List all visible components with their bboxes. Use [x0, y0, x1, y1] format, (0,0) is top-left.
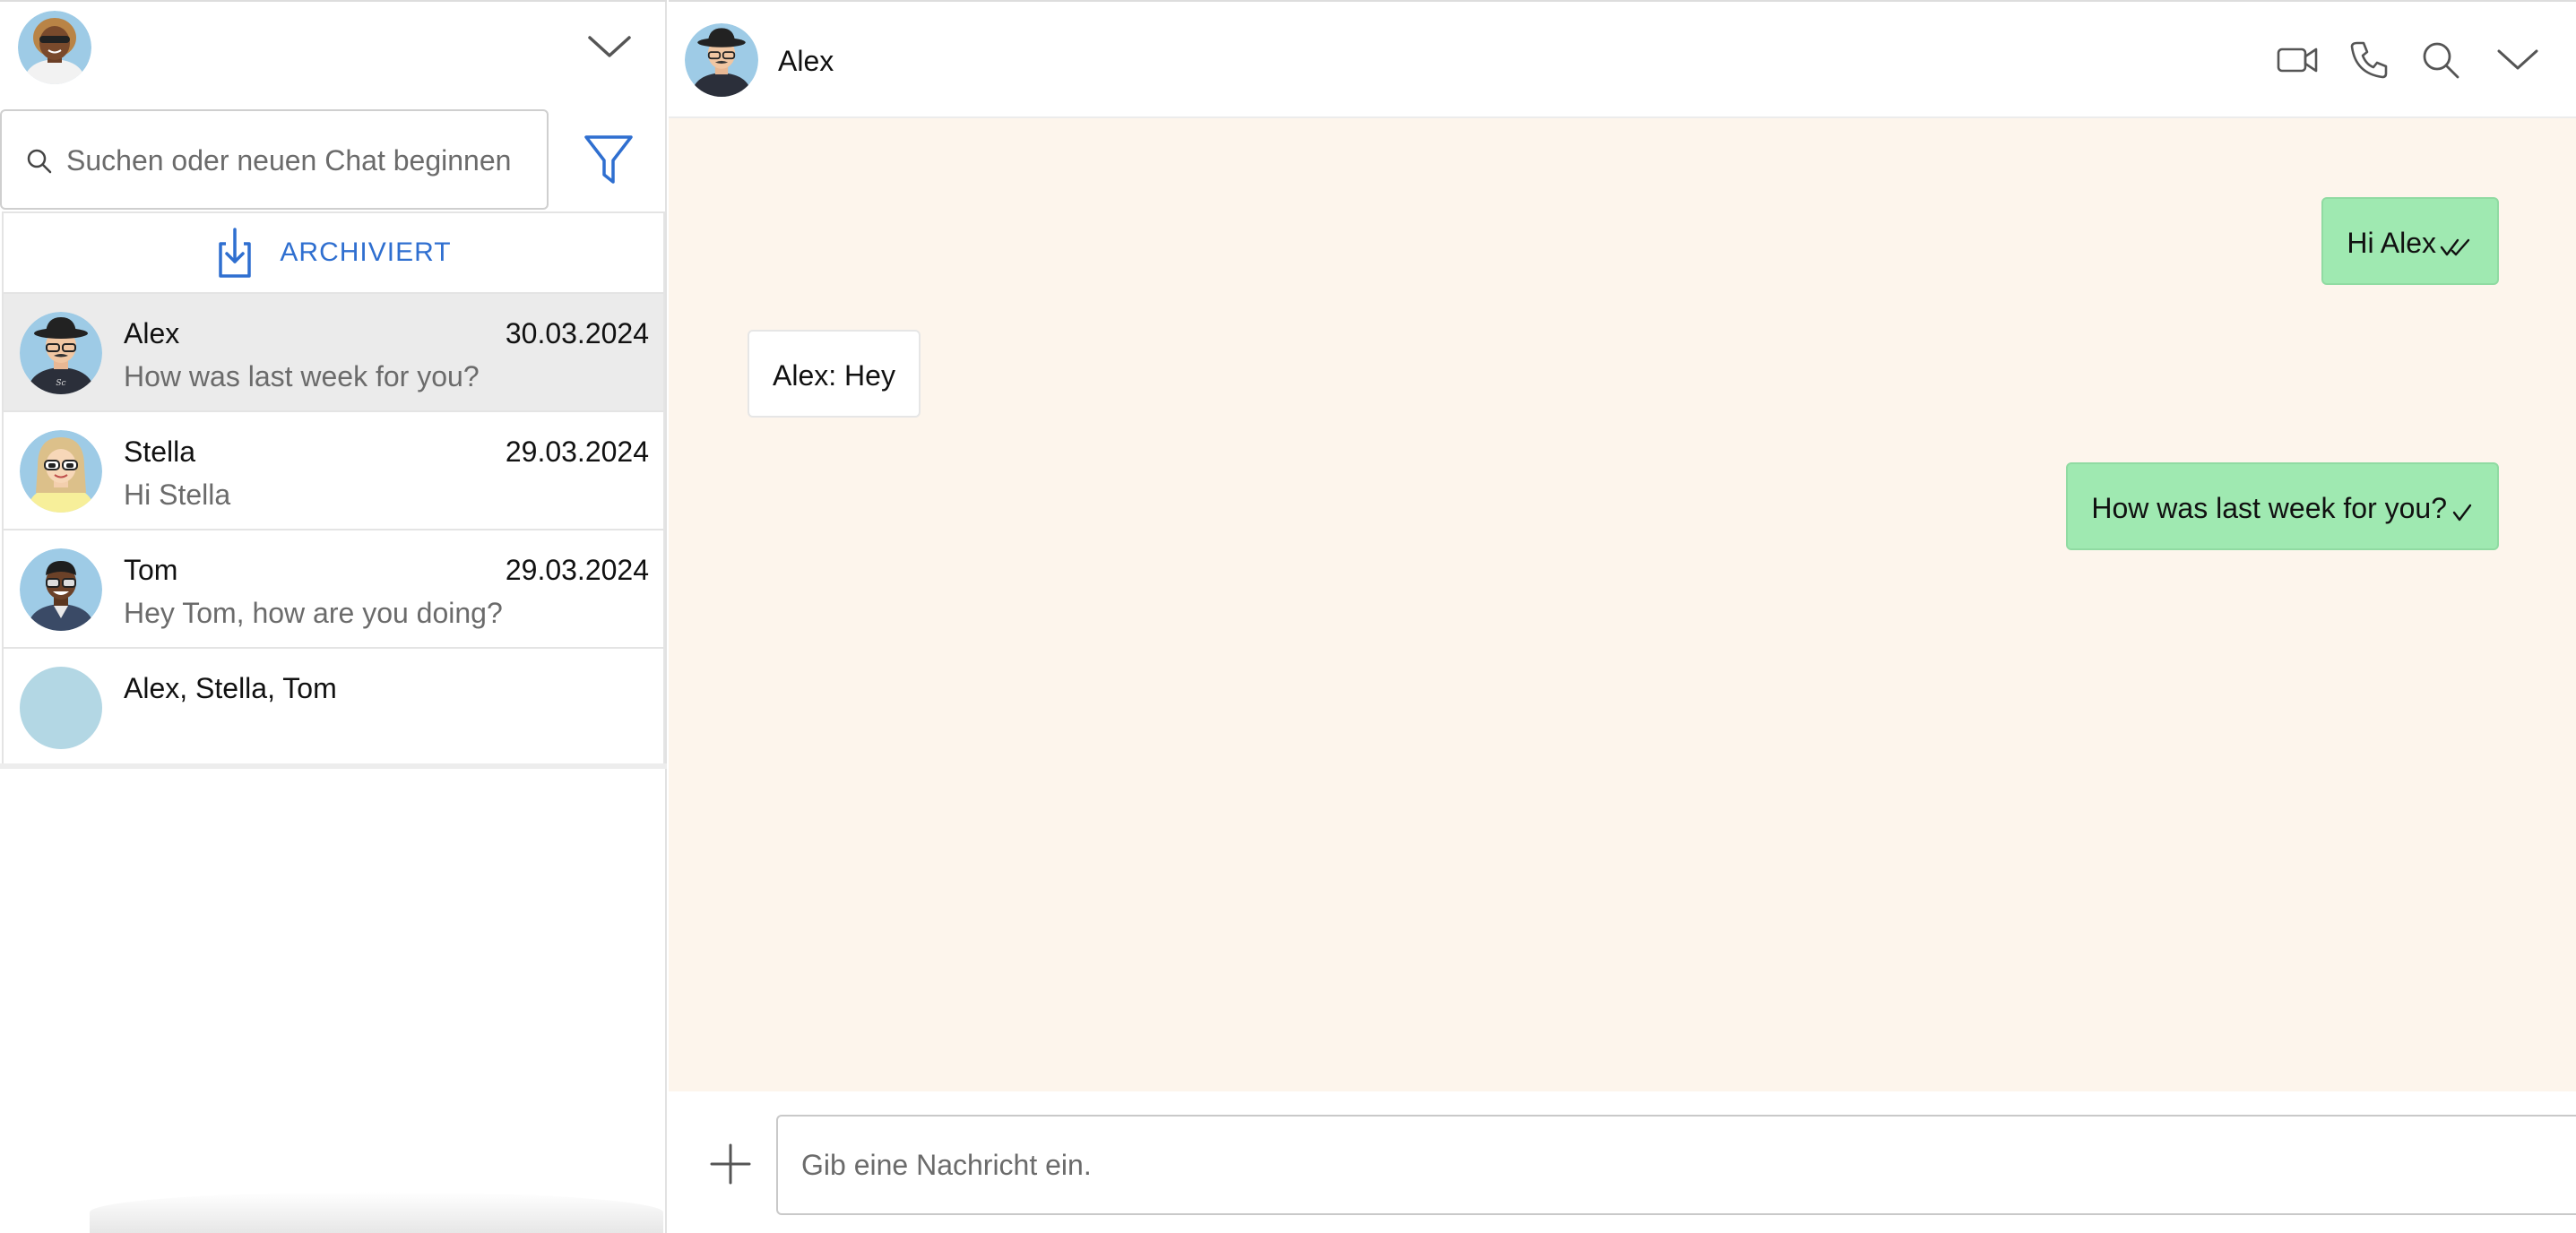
sidebar-bottom-shade: [90, 1192, 663, 1233]
chat-preview: How was last week for you?: [124, 360, 480, 392]
message-bubble-outgoing[interactable]: How was last week for you?: [2066, 462, 2499, 550]
chat-list: Sc Alex 30.03.2024 How was last week for…: [2, 294, 665, 767]
search-icon[interactable]: [2418, 38, 2463, 82]
own-avatar[interactable]: [18, 11, 91, 84]
chat-name: Stella: [124, 435, 196, 468]
archive-download-icon: [219, 228, 252, 278]
chat-list-item-alex[interactable]: Sc Alex 30.03.2024 How was last week for…: [2, 294, 665, 412]
plus-icon[interactable]: [708, 1142, 753, 1186]
chat-list-item-tom[interactable]: Tom 29.03.2024 Hey Tom, how are you doin…: [2, 530, 665, 649]
message-composer: [669, 1091, 2576, 1233]
chat-list-item-stella[interactable]: Stella 29.03.2024 Hi Stella: [2, 412, 665, 530]
message-input[interactable]: [776, 1115, 2576, 1215]
message-bubble-incoming[interactable]: Alex: Hey: [748, 330, 921, 418]
message-text: Alex: Hey: [773, 359, 895, 392]
conversation-header: Alex: [669, 0, 2576, 118]
contact-avatar[interactable]: [685, 23, 758, 97]
search-box: [0, 109, 549, 210]
chat-sidebar: ARCHIVIERT Sc Alex 30.03.2024: [0, 0, 667, 1233]
chevron-down-icon[interactable]: [584, 27, 635, 66]
check-icon: [2452, 504, 2472, 521]
svg-text:Sc: Sc: [56, 379, 65, 388]
chat-list-divider: [0, 763, 667, 769]
group-avatar: [20, 667, 102, 749]
avatar: [20, 430, 102, 513]
chat-name: Alex: [124, 317, 180, 349]
archived-chats-button[interactable]: ARCHIVIERT: [2, 211, 665, 294]
contact-name[interactable]: Alex: [778, 45, 834, 78]
chat-name: Tom: [124, 554, 178, 586]
chat-preview: Hi Stella: [124, 479, 231, 511]
avatar: Sc: [20, 312, 102, 394]
double-check-icon: [2440, 238, 2470, 255]
chat-preview: Hey Tom, how are you doing?: [124, 597, 503, 629]
search-input[interactable]: [66, 133, 532, 188]
avatar: [20, 548, 102, 631]
filter-button[interactable]: [550, 109, 667, 210]
conversation-panel: Alex Hi Alex Alex: Hey How was last week…: [669, 0, 2576, 1233]
sidebar-header: [0, 0, 667, 109]
chat-date: 29.03.2024: [505, 435, 649, 468]
chat-date: 29.03.2024: [505, 554, 649, 586]
search-icon: [27, 149, 52, 174]
chevron-down-icon[interactable]: [2495, 38, 2540, 82]
video-call-icon[interactable]: [2275, 38, 2320, 82]
message-bubble-outgoing[interactable]: Hi Alex: [2321, 197, 2499, 285]
message-area: Hi Alex Alex: Hey How was last week for …: [669, 118, 2576, 1091]
chat-date: 30.03.2024: [505, 317, 649, 349]
chat-list-item-group[interactable]: Alex, Stella, Tom: [2, 649, 665, 767]
phone-icon[interactable]: [2347, 38, 2391, 82]
chat-name: Alex, Stella, Tom: [124, 672, 337, 704]
filter-icon: [584, 135, 633, 184]
message-text: Hi Alex: [2347, 227, 2436, 259]
archived-label: ARCHIVIERT: [280, 237, 452, 267]
message-text: How was last week for you?: [2091, 492, 2447, 524]
